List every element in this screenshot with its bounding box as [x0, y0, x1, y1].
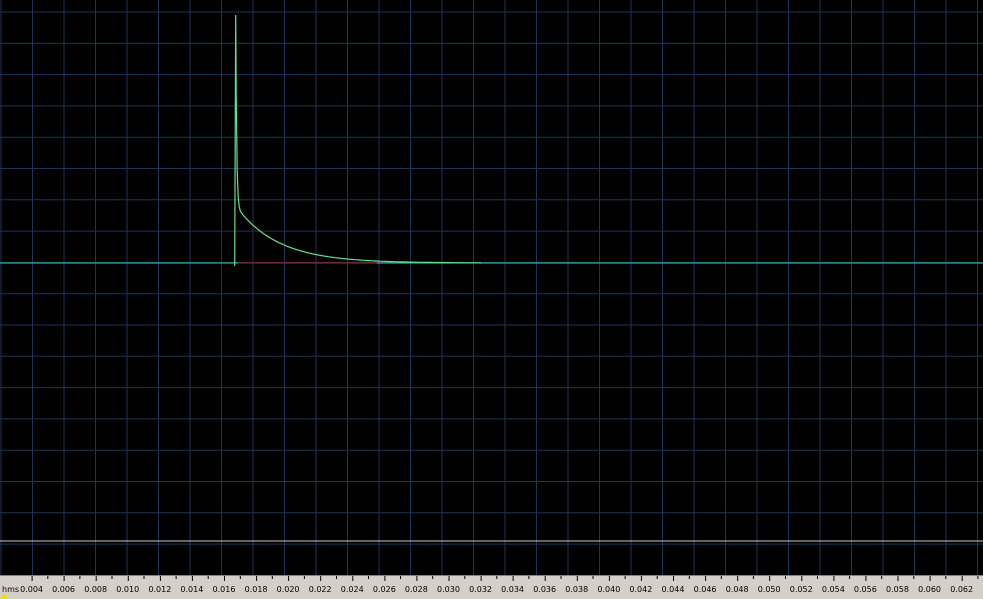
ruler-tick-label: 0.056 [854, 585, 877, 594]
ruler-tick-label: 0.018 [245, 585, 268, 594]
ruler-tick-label: 0.062 [950, 585, 973, 594]
ruler-tick-label: 0.052 [790, 585, 813, 594]
ruler-tick-label: 0.016 [213, 585, 236, 594]
ruler-tick-label: 0.044 [662, 585, 685, 594]
ruler-tick-label: 0.028 [405, 585, 428, 594]
ruler-tick-label: 0.040 [597, 585, 620, 594]
ruler-tick-label: 0.022 [309, 585, 332, 594]
time-ruler[interactable]: hms 0.004 0.006 0.008 0.010 0.012 0.014 0.016 0… [0, 575, 983, 599]
ruler-tick-label: 0.012 [148, 585, 171, 594]
ruler-tick-label: 0.042 [629, 585, 652, 594]
ruler-tick-label: 0.006 [52, 585, 75, 594]
waveform-view[interactable] [0, 0, 983, 575]
ruler-tick-label: 0.010 [116, 585, 139, 594]
ruler-tick-label: 0.034 [501, 585, 524, 594]
ruler-tick-label: 0.036 [533, 585, 556, 594]
ruler-tick-label: 0.058 [886, 585, 909, 594]
ruler-tick-label: 0.024 [341, 585, 364, 594]
ruler-tick-label: 0.008 [84, 585, 107, 594]
ruler-tick-label: 0.030 [437, 585, 460, 594]
ruler-tick-label: 0.004 [20, 585, 43, 594]
ruler-tick-label: 0.046 [694, 585, 717, 594]
ruler-tick-label: 0.060 [918, 585, 941, 594]
ruler-tick-label: 0.014 [180, 585, 203, 594]
playhead-icon[interactable] [0, 593, 8, 599]
ruler-tick-label: 0.050 [758, 585, 781, 594]
ruler-tick-label: 0.048 [726, 585, 749, 594]
ruler-tick-label: 0.026 [373, 585, 396, 594]
ruler-tick-label: 0.032 [469, 585, 492, 594]
ruler-tick-label: 0.020 [277, 585, 300, 594]
ruler-tick-label: 0.038 [565, 585, 588, 594]
signal-trace [234, 14, 482, 267]
ruler-ticks: 0.004 0.006 0.008 0.010 0.012 0.014 0.016 0.018… [20, 576, 979, 594]
ruler-tick-label: 0.054 [822, 585, 845, 594]
grid [0, 0, 983, 575]
waveform-canvas[interactable] [0, 0, 983, 575]
